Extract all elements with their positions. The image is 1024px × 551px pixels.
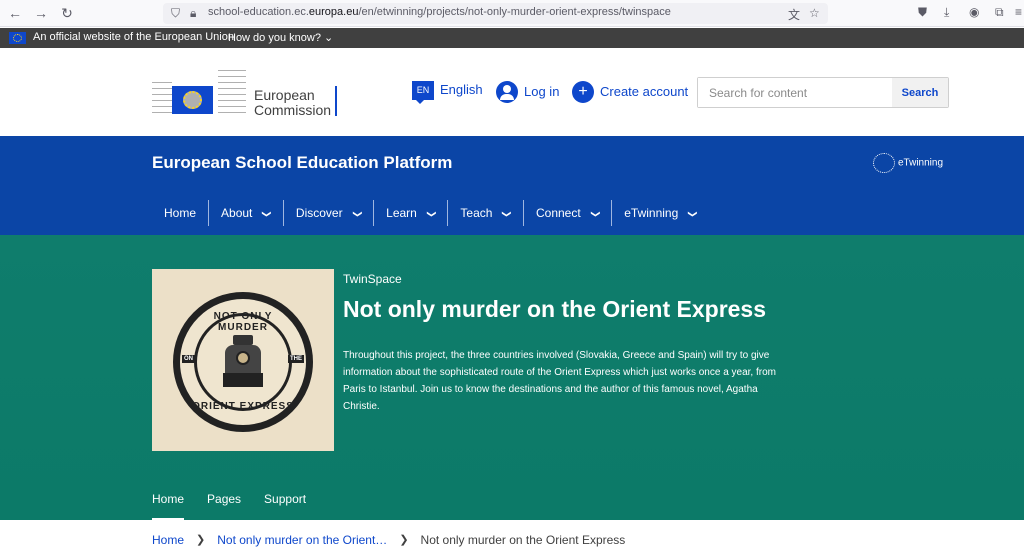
train-emblem: NOT ONLY MURDER ON THE ORIENT EXPRESS: [173, 292, 313, 432]
chevron-down-icon: ⌄: [324, 32, 334, 44]
chevron-down-icon[interactable]: ❯: [582, 210, 608, 218]
menu-item-learn[interactable]: Learn ❯: [373, 200, 447, 226]
etwinning-star-icon: [873, 153, 895, 173]
chevron-down-icon[interactable]: ❯: [494, 210, 520, 218]
european-commission-logo[interactable]: European Commission: [152, 68, 342, 118]
locomotive-icon: [223, 335, 263, 387]
user-icon: [496, 81, 518, 103]
menu-item-label: eTwinning: [624, 206, 679, 220]
emblem-left-text: ON: [182, 355, 195, 363]
create-account-label: Create account: [600, 84, 689, 99]
logo-line1: European: [254, 87, 315, 103]
pocket-icon[interactable]: ⛊: [918, 5, 927, 20]
search-input[interactable]: [698, 78, 892, 107]
address-bar[interactable]: ⛉ 🔒︎ school-education.ec.europa.eu/en/et…: [163, 3, 828, 24]
site-title[interactable]: European School Education Platform: [152, 153, 452, 173]
breadcrumb-parent[interactable]: Not only murder on the Orient…: [217, 533, 387, 547]
menu-item-label: About: [221, 206, 253, 220]
login-label: Log in: [524, 84, 560, 99]
back-arrow-icon[interactable]: ←: [5, 4, 25, 22]
language-code-icon: EN: [412, 81, 434, 104]
breadcrumb: Home ❯ Not only murder on the Orient… ❯ …: [152, 533, 625, 547]
browser-toolbar: ← → ↻ ⛉ 🔒︎ school-education.ec.europa.eu…: [0, 0, 1024, 27]
twinspace-tabs: Home Pages Support: [152, 492, 329, 520]
menu-item-connect[interactable]: Connect ❯: [522, 200, 611, 226]
menu-item-discover[interactable]: Discover ❯: [282, 200, 373, 226]
url-path: /en/etwinning/projects/not-only-murder-o…: [358, 6, 671, 18]
emblem-right-text: THE: [288, 355, 304, 363]
project-description: Throughout this project, the three count…: [343, 350, 776, 412]
chevron-right-icon: ❯: [196, 534, 206, 546]
search-form: Search: [697, 77, 949, 108]
tab-pages[interactable]: Pages: [207, 492, 241, 520]
tab-home[interactable]: Home: [152, 492, 185, 520]
account-icon[interactable]: ◉: [969, 5, 979, 19]
menu-item-label: Discover: [295, 206, 343, 220]
plus-icon: +: [572, 81, 594, 103]
menu-item-home[interactable]: Home: [152, 200, 208, 226]
reload-icon[interactable]: ↻: [57, 4, 77, 22]
download-icon[interactable]: ⤓: [944, 5, 949, 20]
etwinning-logo[interactable]: eTwinning: [873, 153, 943, 173]
url-text[interactable]: school-education.ec.europa.eu/en/etwinni…: [208, 6, 671, 18]
chevron-down-icon[interactable]: ❯: [419, 210, 445, 218]
bookmark-star-icon[interactable]: ☆: [809, 6, 820, 20]
url-prefix: school-education.ec.: [208, 6, 309, 18]
lock-icon[interactable]: 🔒︎: [190, 6, 196, 21]
menu-icon[interactable]: ≡: [1015, 5, 1022, 19]
tab-support[interactable]: Support: [264, 492, 306, 520]
emblem-bottom-text: ORIENT EXPRESS: [192, 401, 294, 412]
site-header: European Commission EN English Log in + …: [0, 48, 1024, 136]
emblem-top-text: NOT ONLY MURDER: [213, 311, 273, 333]
twinspace-hero: NOT ONLY MURDER ON THE ORIENT EXPRESS Tw…: [0, 235, 1024, 520]
page-kicker: TwinSpace: [343, 272, 402, 286]
menu-item-teach[interactable]: Teach ❯: [447, 200, 523, 226]
main-menu: Home About ❯ Discover ❯ Learn ❯ Teach ❯ Conn…: [152, 200, 709, 226]
site-navigation: European School Education Platform eTwin…: [0, 136, 1024, 235]
breadcrumb-home[interactable]: Home: [152, 533, 184, 547]
eu-official-banner: An official website of the European Unio…: [0, 28, 1024, 48]
menu-item-label: Home: [164, 206, 197, 220]
menu-item-label: Teach: [460, 206, 493, 220]
official-website-text: An official website of the European Unio…: [33, 31, 234, 43]
chevron-down-icon[interactable]: ❯: [680, 210, 706, 218]
url-domain: europa.eu: [308, 6, 359, 18]
eu-flag-icon: [9, 32, 26, 44]
etwinning-logo-text: eTwinning: [898, 157, 944, 169]
menu-item-label: Learn: [386, 206, 417, 220]
extensions-icon[interactable]: ⧉: [995, 5, 1004, 20]
project-logo-image: NOT ONLY MURDER ON THE ORIENT EXPRESS: [152, 269, 334, 451]
language-label: English: [440, 82, 483, 97]
page-title: Not only murder on the Orient Express: [343, 296, 767, 322]
menu-item-label: Connect: [535, 206, 581, 220]
breadcrumb-current: Not only murder on the Orient Express: [420, 533, 626, 547]
chevron-down-icon[interactable]: ❯: [344, 210, 370, 218]
translate-icon[interactable]: 文: [788, 6, 800, 23]
menu-item-etwinning[interactable]: eTwinning ❯: [611, 200, 709, 226]
logo-text: European Commission: [254, 88, 331, 118]
chevron-right-icon: ❯: [399, 534, 409, 546]
menu-item-about[interactable]: About ❯: [208, 200, 283, 226]
search-button[interactable]: Search: [892, 78, 948, 107]
chevron-down-icon[interactable]: ❯: [254, 210, 280, 218]
commission-building-icon: [152, 68, 247, 116]
logo-line2: Commission: [254, 102, 332, 118]
eu-flag-icon: [172, 86, 213, 114]
forward-arrow-icon[interactable]: →: [31, 4, 51, 22]
shield-icon[interactable]: ⛉: [171, 6, 180, 21]
logo-divider: [335, 86, 337, 116]
how-do-you-know-label: How do you know?: [228, 32, 321, 44]
how-do-you-know-toggle[interactable]: How do you know? ⌄: [228, 31, 333, 44]
